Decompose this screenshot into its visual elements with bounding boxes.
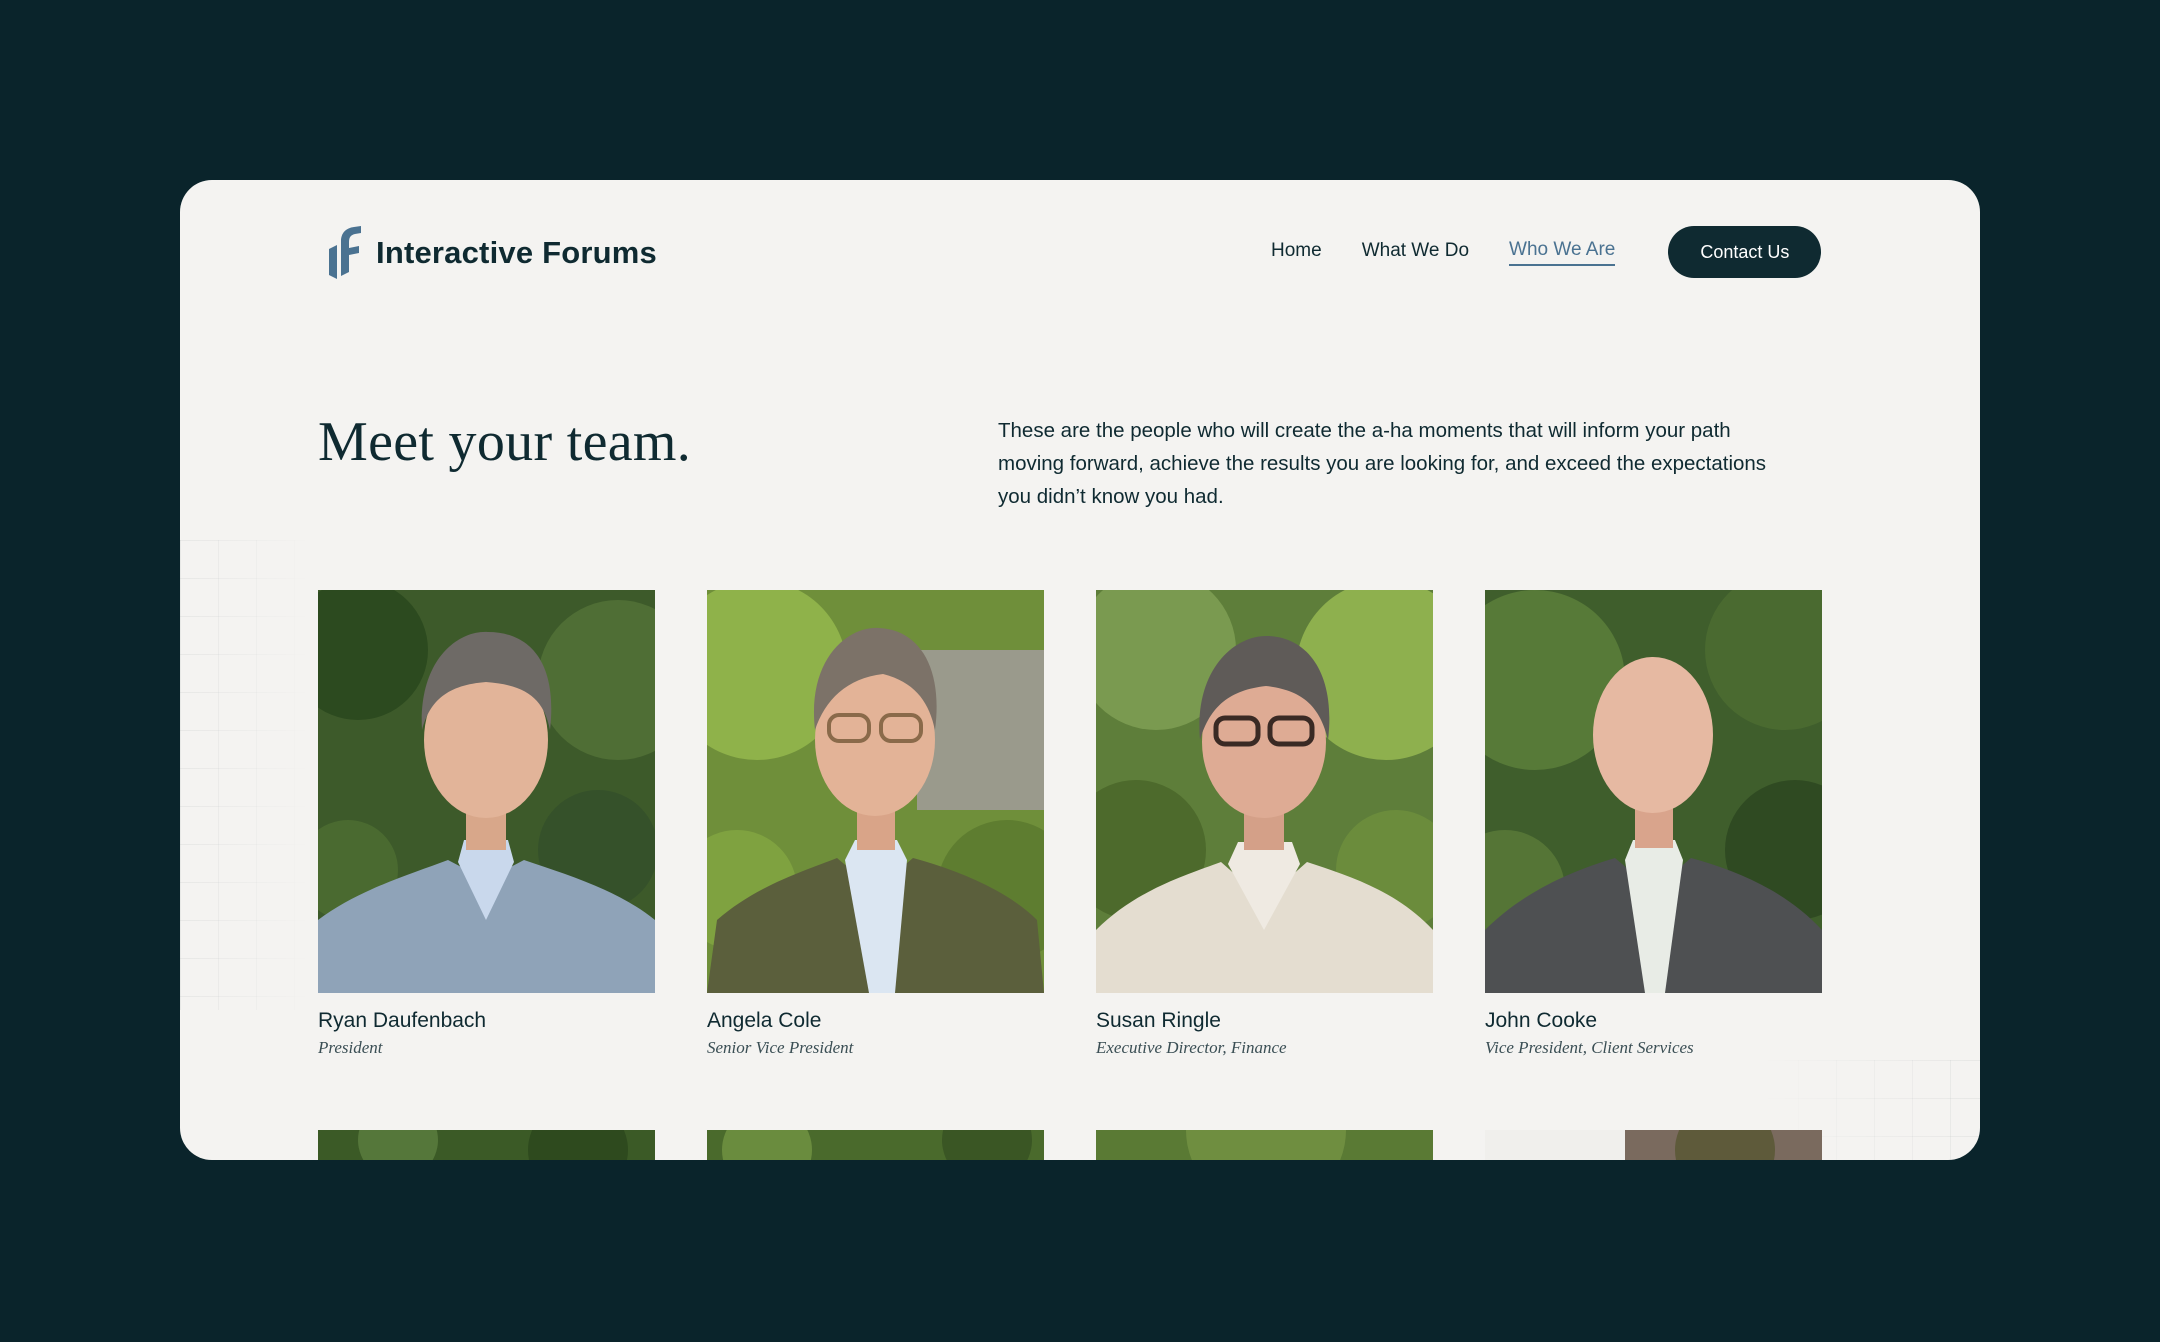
- main-nav: Home What We Do Who We Are Contact Us: [1271, 226, 1822, 278]
- team-member-title: President: [318, 1038, 383, 1057]
- team-member-card[interactable]: Ryan Daufenbach President: [318, 590, 655, 1058]
- team-member-photo[interactable]: [318, 1130, 655, 1160]
- team-member-title: Executive Director, Finance: [1096, 1038, 1287, 1057]
- team-member-photo[interactable]: [1096, 590, 1433, 993]
- team-member-name: Ryan Daufenbach: [318, 1009, 487, 1032]
- content-card: Interactive Forums Home What We Do Who W…: [180, 180, 1980, 1160]
- nav-what-we-do[interactable]: What We Do: [1362, 240, 1469, 265]
- nav-who-we-are[interactable]: Who We Are: [1509, 239, 1616, 266]
- team-member-photo[interactable]: [1096, 1130, 1433, 1160]
- intro-text: These are the people who will create the…: [998, 419, 1767, 508]
- team-member-card[interactable]: Susan Ringle Executive Director, Finance: [1096, 590, 1433, 1058]
- team-member-photo[interactable]: [1485, 590, 1822, 993]
- team-member-name: Susan Ringle: [1096, 1009, 1221, 1032]
- team-member-name: Angela Cole: [707, 1009, 822, 1032]
- grid-decoration-left: [180, 540, 310, 1010]
- interactive-forums-logo-icon: [329, 226, 361, 279]
- team-member-name: John Cooke: [1485, 1009, 1598, 1032]
- site-logo[interactable]: Interactive Forums: [326, 226, 657, 280]
- team-member-photo[interactable]: [707, 590, 1044, 993]
- team-member-card[interactable]: John Cooke Vice President, Client Servic…: [1485, 590, 1822, 1058]
- team-member-photo[interactable]: [318, 590, 655, 993]
- brand-name: Interactive Forums: [376, 235, 657, 270]
- team-member-card[interactable]: Angela Cole Senior Vice President: [707, 590, 1044, 1058]
- contact-us-button[interactable]: Contact Us: [1668, 226, 1822, 278]
- team-member-photo[interactable]: [1485, 1130, 1822, 1160]
- team-member-photo[interactable]: [707, 1130, 1044, 1160]
- team-member-title: Senior Vice President: [707, 1038, 854, 1057]
- team-member-title: Vice President, Client Services: [1485, 1038, 1694, 1057]
- page-title: Meet your team.: [318, 411, 692, 473]
- nav-home[interactable]: Home: [1271, 240, 1322, 265]
